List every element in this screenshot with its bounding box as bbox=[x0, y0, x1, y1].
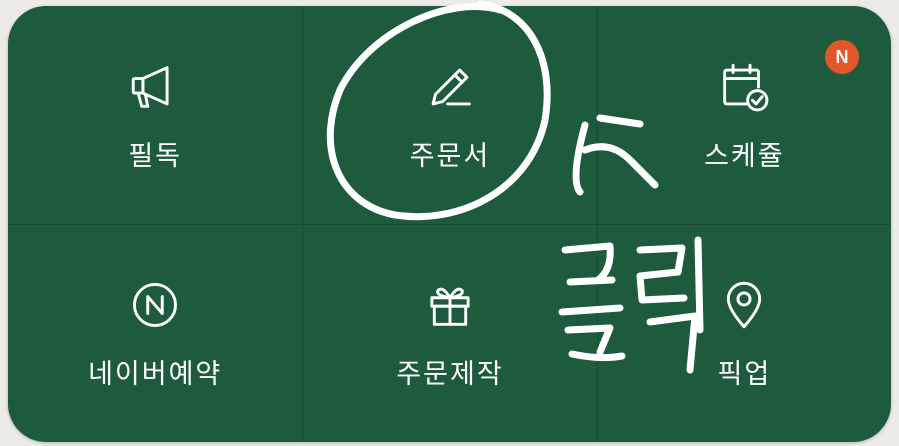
megaphone-icon bbox=[126, 58, 184, 116]
menu-item-label: 주문서 bbox=[409, 140, 491, 172]
menu-panel: 필독 주문서 스케쥴 N 네이버예약 주문제작 픽업 bbox=[8, 6, 891, 442]
menu-item-label: 네이버예약 bbox=[88, 359, 223, 390]
menu-grid: 필독 주문서 스케쥴 N 네이버예약 주문제작 픽업 bbox=[8, 6, 891, 442]
calendar-check-icon bbox=[715, 58, 773, 116]
menu-item-naver-reservation[interactable]: 네이버예약 bbox=[8, 224, 303, 442]
menu-item-pickup[interactable]: 픽업 bbox=[596, 224, 891, 442]
menu-item-notice[interactable]: 필독 bbox=[8, 6, 302, 224]
new-badge: N bbox=[825, 40, 859, 74]
menu-item-label: 픽업 bbox=[717, 359, 772, 390]
menu-item-label: 주문제작 bbox=[396, 359, 504, 390]
menu-item-schedule[interactable]: 스케쥴 N bbox=[596, 6, 891, 224]
gift-icon bbox=[421, 276, 479, 334]
menu-item-custom-order[interactable]: 주문제작 bbox=[302, 224, 597, 442]
menu-item-label: 스케쥴 bbox=[704, 140, 785, 172]
naver-n-icon bbox=[126, 276, 184, 334]
menu-item-label: 필독 bbox=[128, 140, 182, 172]
menu-item-order-form[interactable]: 주문서 bbox=[302, 6, 596, 224]
location-pin-icon bbox=[715, 276, 773, 334]
pencil-icon bbox=[421, 58, 479, 116]
